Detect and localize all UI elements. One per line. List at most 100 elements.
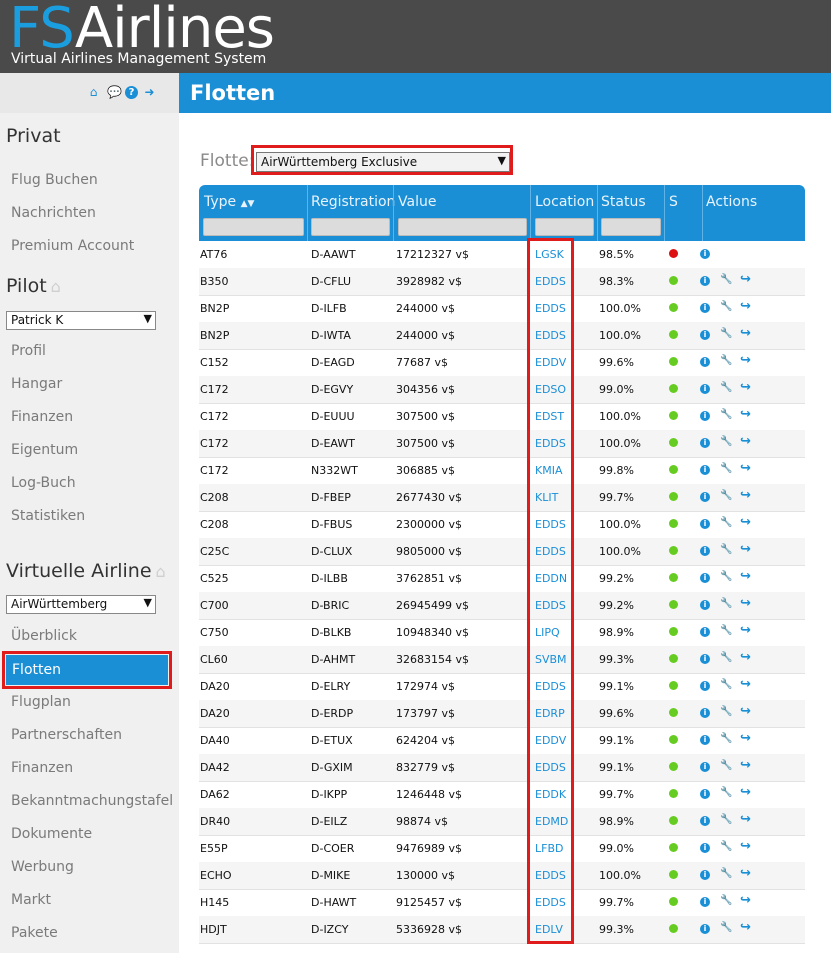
info-icon[interactable]: i <box>700 843 710 853</box>
wrench-icon[interactable]: 🔧 <box>720 382 732 393</box>
sidebar-item-eigentum[interactable]: Eigentum <box>11 442 78 458</box>
sidebar-item-partnerschaften[interactable]: Partnerschaften <box>11 727 122 743</box>
info-icon[interactable]: i <box>700 438 710 448</box>
wrench-icon[interactable]: 🔧 <box>720 490 732 501</box>
sidebar-item-werbung[interactable]: Werbung <box>11 859 74 875</box>
share-icon[interactable]: ↪ <box>740 488 751 503</box>
share-icon[interactable]: ↪ <box>740 515 751 530</box>
info-icon[interactable]: i <box>700 492 710 502</box>
info-icon[interactable]: i <box>700 600 710 610</box>
sidebar-item-finanzen[interactable]: Finanzen <box>11 409 73 425</box>
share-icon[interactable]: ↪ <box>740 650 751 665</box>
share-icon[interactable]: ↪ <box>740 623 751 638</box>
share-icon[interactable]: ↪ <box>740 434 751 449</box>
share-icon[interactable]: ↪ <box>740 839 751 854</box>
share-icon[interactable]: ↪ <box>740 893 751 908</box>
info-icon[interactable]: i <box>700 627 710 637</box>
info-icon[interactable]: i <box>700 465 710 475</box>
wrench-icon[interactable]: 🔧 <box>720 625 732 636</box>
info-icon[interactable]: i <box>700 681 710 691</box>
wrench-icon[interactable]: 🔧 <box>720 706 732 717</box>
share-icon[interactable]: ↪ <box>740 758 751 773</box>
info-icon[interactable]: i <box>700 303 710 313</box>
wrench-icon[interactable]: 🔧 <box>720 328 732 339</box>
wrench-icon[interactable]: 🔧 <box>720 544 732 555</box>
wrench-icon[interactable]: 🔧 <box>720 517 732 528</box>
sidebar-item-pakete[interactable]: Pakete <box>11 925 58 941</box>
info-icon[interactable]: i <box>700 924 710 934</box>
info-icon[interactable]: i <box>700 519 710 529</box>
share-icon[interactable]: ↪ <box>740 326 751 341</box>
sidebar-item-flugplan[interactable]: Flugplan <box>11 694 71 710</box>
share-icon[interactable]: ↪ <box>740 920 751 935</box>
info-icon[interactable]: i <box>700 249 710 259</box>
share-icon[interactable]: ↪ <box>740 461 751 476</box>
pilot-select[interactable]: Patrick K ▼ <box>6 311 156 330</box>
sidebar-item-nachrichten[interactable]: Nachrichten <box>11 205 96 221</box>
sidebar-item-hangar[interactable]: Hangar <box>11 376 62 392</box>
sidebar-item-statistiken[interactable]: Statistiken <box>11 508 85 524</box>
sidebar-item-log-buch[interactable]: Log-Buch <box>11 475 76 491</box>
wrench-icon[interactable]: 🔧 <box>720 787 732 798</box>
sidebar-item-ueberblick[interactable]: Überblick <box>11 628 77 644</box>
wrench-icon[interactable]: 🔧 <box>720 814 732 825</box>
info-icon[interactable]: i <box>700 897 710 907</box>
wrench-icon[interactable]: 🔧 <box>720 679 732 690</box>
home-icon[interactable]: ⌂ <box>51 277 61 296</box>
home-icon[interactable]: ⌂ <box>156 562 166 581</box>
info-icon[interactable]: i <box>700 789 710 799</box>
wrench-icon[interactable]: 🔧 <box>720 922 732 933</box>
info-icon[interactable]: i <box>700 708 710 718</box>
header-status[interactable]: Status <box>601 194 646 210</box>
wrench-icon[interactable]: 🔧 <box>720 274 732 285</box>
filter-registration-input[interactable] <box>311 218 390 236</box>
sidebar-item-premium-account[interactable]: Premium Account <box>11 238 134 254</box>
header-value[interactable]: Value <box>398 194 436 210</box>
header-location[interactable]: Location <box>535 194 594 210</box>
share-icon[interactable]: ↪ <box>740 596 751 611</box>
info-icon[interactable]: i <box>700 384 710 394</box>
info-icon[interactable]: i <box>700 654 710 664</box>
header-type[interactable]: Type ▲▼ <box>204 194 254 210</box>
share-icon[interactable]: ↪ <box>740 812 751 827</box>
wrench-icon[interactable]: 🔧 <box>720 463 732 474</box>
info-icon[interactable]: i <box>700 870 710 880</box>
filter-type-input[interactable] <box>203 218 304 236</box>
filter-status-input[interactable] <box>601 218 661 236</box>
share-icon[interactable]: ↪ <box>740 299 751 314</box>
help-icon[interactable]: ? <box>125 86 138 99</box>
share-icon[interactable]: ↪ <box>740 677 751 692</box>
share-icon[interactable]: ↪ <box>740 785 751 800</box>
share-icon[interactable]: ↪ <box>740 704 751 719</box>
share-icon[interactable]: ↪ <box>740 569 751 584</box>
sidebar-item-flotten[interactable]: Flotten <box>2 651 172 689</box>
chat-icon[interactable]: 💬 <box>107 86 122 99</box>
sidebar-item-bekanntmachungstafel[interactable]: Bekanntmachungstafel <box>11 793 173 809</box>
airline-select[interactable]: AirWürttemberg ▼ <box>6 595 156 614</box>
info-icon[interactable]: i <box>700 735 710 745</box>
wrench-icon[interactable]: 🔧 <box>720 760 732 771</box>
share-icon[interactable]: ↪ <box>740 866 751 881</box>
home-icon[interactable]: ⌂ <box>87 86 100 99</box>
filter-value-input[interactable] <box>398 218 527 236</box>
wrench-icon[interactable]: 🔧 <box>720 652 732 663</box>
wrench-icon[interactable]: 🔧 <box>720 355 732 366</box>
info-icon[interactable]: i <box>700 330 710 340</box>
info-icon[interactable]: i <box>700 573 710 583</box>
wrench-icon[interactable]: 🔧 <box>720 733 732 744</box>
filter-location-input[interactable] <box>535 218 594 236</box>
wrench-icon[interactable]: 🔧 <box>720 895 732 906</box>
info-icon[interactable]: i <box>700 816 710 826</box>
wrench-icon[interactable]: 🔧 <box>720 436 732 447</box>
header-s[interactable]: S <box>669 194 678 210</box>
info-icon[interactable]: i <box>700 762 710 772</box>
sidebar-item-profil[interactable]: Profil <box>11 343 46 359</box>
info-icon[interactable]: i <box>700 276 710 286</box>
wrench-icon[interactable]: 🔧 <box>720 409 732 420</box>
wrench-icon[interactable]: 🔧 <box>720 598 732 609</box>
share-icon[interactable]: ↪ <box>740 353 751 368</box>
header-registration[interactable]: Registration <box>311 194 395 210</box>
sidebar-item-dokumente[interactable]: Dokumente <box>11 826 92 842</box>
logout-icon[interactable]: ➜ <box>143 86 156 99</box>
wrench-icon[interactable]: 🔧 <box>720 571 732 582</box>
